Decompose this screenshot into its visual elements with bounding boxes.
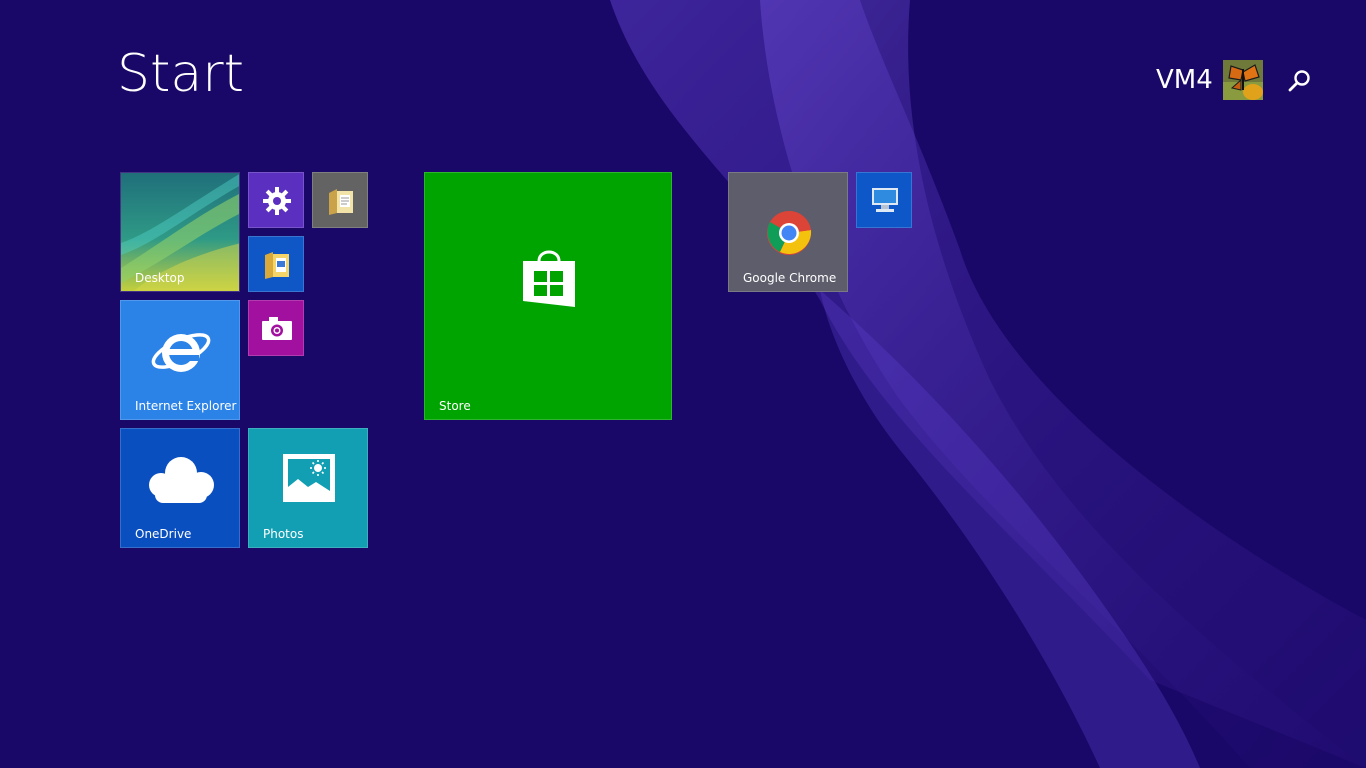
user-name: VM4 [1156,65,1213,95]
tile-store-label: Store [439,399,471,413]
tile-internet-explorer[interactable]: Internet Explorer [120,300,240,420]
tile-onedrive-label: OneDrive [135,527,192,541]
tile-photos[interactable]: Photos [248,428,368,548]
tile-settings[interactable] [248,172,304,228]
user-account[interactable]: VM4 [1156,60,1263,100]
tile-internet-explorer-label: Internet Explorer [135,399,237,413]
butterfly-avatar-icon [1222,60,1263,100]
tile-store[interactable]: Store [424,172,672,420]
tile-google-chrome-label: Google Chrome [743,271,837,285]
computer-icon [872,188,898,212]
store-bag-icon [523,250,575,307]
tile-file-explorer[interactable] [248,236,304,292]
tile-onedrive[interactable]: OneDrive [120,428,240,548]
file-explorer-icon [265,252,289,279]
tile-desktop[interactable]: Desktop [120,172,240,292]
cloud-icon [149,457,214,503]
internet-explorer-icon [151,333,211,372]
tile-camera[interactable] [248,300,304,356]
tile-desktop-label: Desktop [135,271,185,285]
gear-icon [263,187,291,215]
camera-icon [262,317,292,340]
tile-photos-label: Photos [263,527,304,541]
page-title: Start [117,44,245,104]
folder-icon [329,189,353,215]
tile-google-chrome[interactable]: Google Chrome [728,172,848,292]
photo-icon [283,454,335,502]
chrome-icon [767,210,812,255]
search-icon[interactable] [1284,66,1314,96]
tile-this-pc[interactable] [856,172,912,228]
tile-folder[interactable] [312,172,368,228]
